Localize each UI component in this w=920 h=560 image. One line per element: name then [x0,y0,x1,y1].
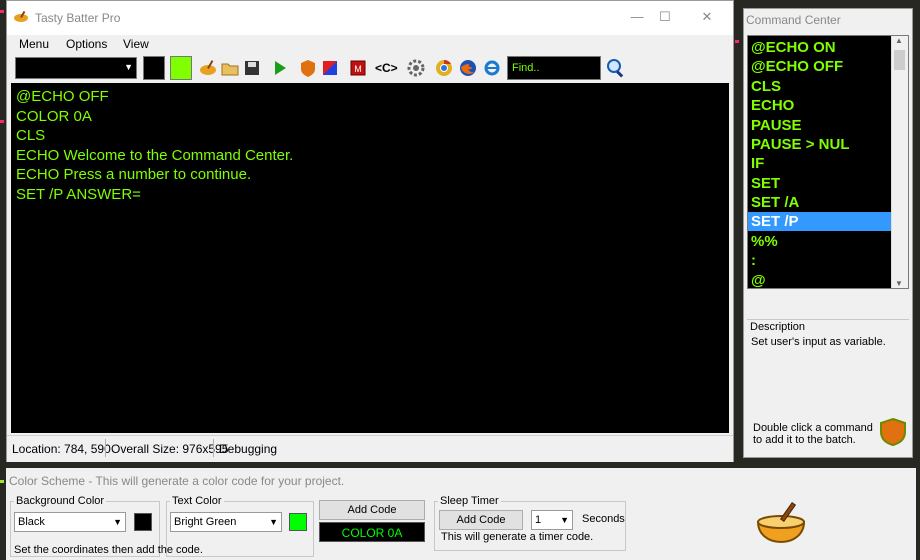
color-scheme-panel: Color Scheme - This will generate a colo… [6,468,916,560]
status-divider [105,439,106,457]
stop-shield-icon[interactable] [297,57,319,79]
macro-icon[interactable]: M [347,57,369,79]
status-location: Location: 784, 590 [12,442,111,456]
command-item-selected[interactable]: SET /P [748,212,893,231]
run-icon[interactable] [269,57,291,79]
text-color-value: Bright Green [174,516,237,528]
seconds-label: Seconds [582,513,625,525]
command-item[interactable]: @ECHO ON [748,38,893,57]
code-line: @ECHO OFF [16,88,109,105]
color-scheme-title: Color Scheme - This will generate a colo… [9,474,345,488]
shield-icon [880,417,906,447]
command-item[interactable]: : [748,251,893,270]
menu-view[interactable]: View [123,37,149,51]
background-color-value: Black [18,516,45,528]
code-line: CLS [16,127,46,144]
code-line: SET /P ANSWER= [16,185,141,203]
status-overall-size: Overall Size: 976x595 [111,442,229,456]
color-code-output: COLOR 0A [319,522,425,542]
command-item[interactable]: %% [748,232,893,251]
menu-menu[interactable]: Menu [19,37,49,51]
sleep-seconds-value: 1 [535,514,542,526]
font-combo[interactable]: ▼ [15,57,137,79]
status-bar: Location: 784, 590 Overall Size: 976x595… [7,435,733,462]
code-tag-button[interactable]: <C> [375,61,398,75]
text-color-select[interactable]: Bright Green ▼ [170,512,282,532]
firefox-icon[interactable] [457,57,479,79]
add-sleep-code-button[interactable]: Add Code [439,510,523,530]
command-item[interactable]: CLS [748,77,893,96]
command-item[interactable]: PAUSE [748,116,893,135]
sleep-timer-label: Sleep Timer [438,495,501,507]
command-center-title: Command Center [746,13,841,27]
code-line: COLOR 0A [16,107,92,125]
command-hint: Double click a command to add it to the … [753,422,873,446]
chevron-down-icon: ▼ [560,515,569,525]
background-color-swatch [134,513,152,531]
chevron-down-icon: ▼ [269,517,278,527]
sleep-hint: This will generate a timer code. [441,531,594,543]
chevron-down-icon: ▼ [124,62,133,72]
svg-text:M: M [354,64,362,74]
background-color-label: Background Color [14,495,107,507]
code-line: ECHO Press a number to continue. [16,166,252,183]
text-color-label: Text Color [170,495,224,507]
batter-bowl-icon [14,10,28,22]
find-placeholder: Find.. [512,62,540,74]
description-label: Description [750,321,806,333]
command-center-panel: Command Center @ECHO ON @ECHO OFF CLS EC… [743,8,913,458]
sleep-seconds-select[interactable]: 1 ▼ [531,510,573,530]
command-item[interactable]: @ECHO OFF [748,57,893,76]
open-folder-icon[interactable] [219,57,241,79]
find-input[interactable]: Find.. [507,56,601,80]
internet-explorer-icon[interactable] [481,57,503,79]
gear-icon[interactable] [405,57,427,79]
text-color-button[interactable] [170,56,192,80]
search-icon[interactable] [605,57,627,79]
close-button[interactable]: ✕ [695,7,719,27]
menu-bar: Menu Options View [7,35,733,55]
command-item[interactable]: SET /A [748,193,893,212]
minimize-button[interactable]: — [625,7,649,27]
scroll-down-icon[interactable]: ▼ [895,279,903,288]
status-divider [213,439,214,457]
color-toggle-icon[interactable] [319,57,341,79]
background-color-button[interactable] [143,56,165,80]
description-text: Set user's input as variable. [751,336,886,348]
text-color-swatch [289,513,307,531]
main-window: Tasty Batter Pro — ☐ ✕ Menu Options View… [6,0,734,462]
window-title: Tasty Batter Pro [35,11,121,25]
title-bar: Tasty Batter Pro — ☐ ✕ [7,1,733,35]
scroll-thumb[interactable] [894,50,905,70]
background-color-select[interactable]: Black ▼ [14,512,126,532]
command-item[interactable]: ECHO [748,96,893,115]
description-divider [747,319,909,320]
command-item[interactable]: @ [748,271,893,288]
coords-hint: Set the coordinates then add the code. [14,544,203,556]
chrome-icon[interactable] [433,57,455,79]
save-icon[interactable] [241,57,263,79]
command-item[interactable]: IF [748,154,893,173]
scroll-up-icon[interactable]: ▲ [895,36,903,45]
add-color-code-button[interactable]: Add Code [319,500,425,520]
batter-bowl-icon [756,501,806,544]
command-item[interactable]: SET [748,174,893,193]
status-mode: Debugging [219,442,278,456]
toolbar: ▼ M <C> Find.. [7,55,733,83]
command-list[interactable]: @ECHO ON @ECHO OFF CLS ECHO PAUSE PAUSE … [747,35,909,289]
command-item[interactable]: PAUSE > NUL [748,135,893,154]
new-bowl-icon[interactable] [197,57,219,79]
code-editor[interactable]: @ECHO OFF COLOR 0A CLS ECHO Welcome to t… [11,83,729,433]
command-list-scrollbar[interactable]: ▲ ▼ [891,36,908,288]
menu-options[interactable]: Options [66,37,107,51]
maximize-button[interactable]: ☐ [653,7,677,27]
code-line: ECHO Welcome to the Command Center. [16,146,294,164]
chevron-down-icon: ▼ [113,517,122,527]
